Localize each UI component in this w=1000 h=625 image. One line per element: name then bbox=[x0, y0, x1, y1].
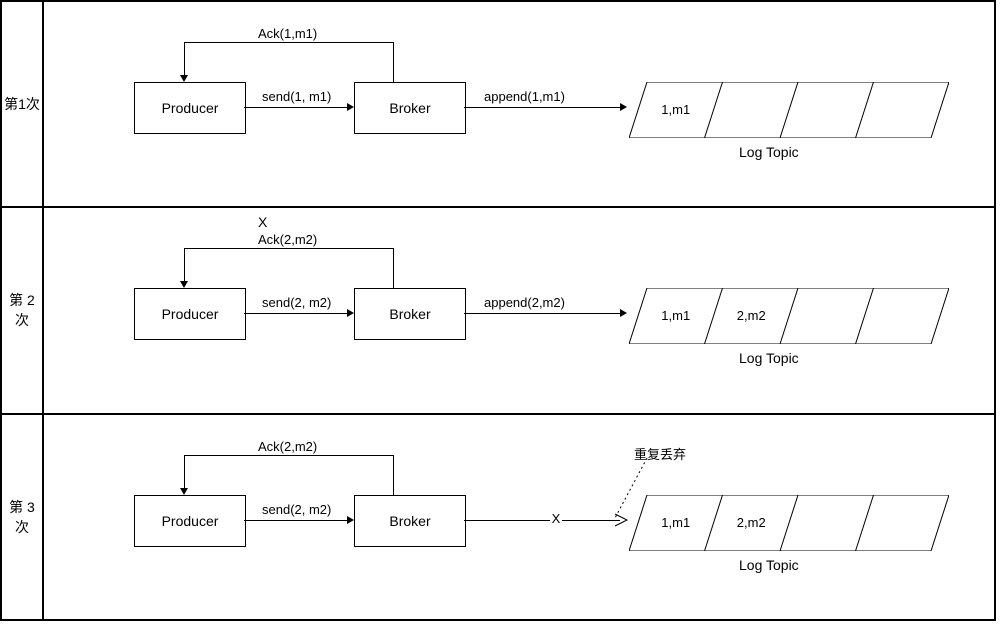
svg-text:2,m2: 2,m2 bbox=[737, 308, 766, 323]
ack-arrow bbox=[184, 248, 393, 249]
log-caption: Log Topic bbox=[739, 557, 799, 573]
send-arrow bbox=[244, 520, 347, 521]
ack-arrow bbox=[184, 42, 393, 43]
arrowhead-icon bbox=[180, 281, 188, 288]
arrowhead-icon bbox=[180, 75, 188, 82]
ack-arrow bbox=[393, 42, 394, 82]
row-label: 第 2 次 bbox=[2, 208, 44, 412]
arrowhead-icon bbox=[180, 488, 188, 495]
broker-box: Broker bbox=[354, 495, 466, 547]
diagram-row: 第 3 次 Producer Broker send(2, m2) Ack(2,m2… bbox=[2, 415, 994, 619]
row-stage: Producer Broker send(1, m1) Ack(1,m1) app… bbox=[44, 2, 994, 206]
row-stage: Producer Broker send(2, m2) Ack(2,m2) X ap… bbox=[44, 208, 994, 412]
broker-box: Broker bbox=[354, 82, 466, 134]
log-topic: 1,m1 bbox=[629, 82, 949, 138]
send-label: send(1, m1) bbox=[262, 89, 331, 104]
append-arrow bbox=[464, 313, 620, 314]
append-arrow bbox=[464, 107, 620, 108]
producer-box: Producer bbox=[134, 82, 246, 134]
arrowhead-icon bbox=[347, 309, 354, 317]
ack-arrow bbox=[393, 455, 394, 495]
ack-arrow bbox=[184, 455, 185, 488]
arrowhead-icon bbox=[620, 103, 627, 111]
row-label: 第1次 bbox=[2, 2, 44, 206]
send-arrow bbox=[244, 313, 347, 314]
broker-box: Broker bbox=[354, 288, 466, 340]
ack-fail-icon: X bbox=[258, 214, 267, 230]
send-label: send(2, m2) bbox=[262, 502, 331, 517]
diagram-grid: 第1次Producer Broker send(1, m1) Ack(1,m1) … bbox=[0, 0, 996, 621]
diagram-row: 第 2 次 Producer Broker send(2, m2) Ack(2,m2… bbox=[2, 208, 994, 414]
ack-arrow bbox=[393, 248, 394, 288]
row-label: 第 3 次 bbox=[2, 415, 44, 619]
svg-text:1,m1: 1,m1 bbox=[661, 515, 690, 530]
log-topic: 1,m1 2,m2 bbox=[629, 288, 949, 344]
arrowhead-icon bbox=[347, 103, 354, 111]
ack-arrow bbox=[184, 42, 185, 75]
svg-text:1,m1: 1,m1 bbox=[661, 102, 690, 117]
row-stage: ProducerBroker send(2, m2) Ack(2,m2)X 重复… bbox=[44, 415, 994, 619]
producer-box: Producer bbox=[134, 495, 246, 547]
log-caption: Log Topic bbox=[739, 144, 799, 160]
ack-arrow bbox=[184, 455, 393, 456]
log-topic: 1,m1 2,m2 bbox=[629, 495, 949, 551]
append-fail-icon: X bbox=[550, 511, 563, 526]
append-label: append(2,m2) bbox=[484, 295, 565, 310]
send-arrow bbox=[244, 107, 347, 108]
diagram-row: 第1次Producer Broker send(1, m1) Ack(1,m1) … bbox=[2, 2, 994, 208]
ack-label: Ack(1,m1) bbox=[258, 26, 317, 41]
log-caption: Log Topic bbox=[739, 350, 799, 366]
arrowhead-icon bbox=[347, 516, 354, 524]
ack-arrow bbox=[184, 248, 185, 281]
ack-label: Ack(2,m2) bbox=[258, 439, 317, 454]
append-label: append(1,m1) bbox=[484, 89, 565, 104]
producer-box: Producer bbox=[134, 288, 246, 340]
ack-label: Ack(2,m2) bbox=[258, 232, 317, 247]
send-label: send(2, m2) bbox=[262, 295, 331, 310]
arrowhead-icon bbox=[620, 309, 627, 317]
svg-text:2,m2: 2,m2 bbox=[737, 515, 766, 530]
svg-text:1,m1: 1,m1 bbox=[661, 308, 690, 323]
append-arrow bbox=[464, 520, 620, 521]
